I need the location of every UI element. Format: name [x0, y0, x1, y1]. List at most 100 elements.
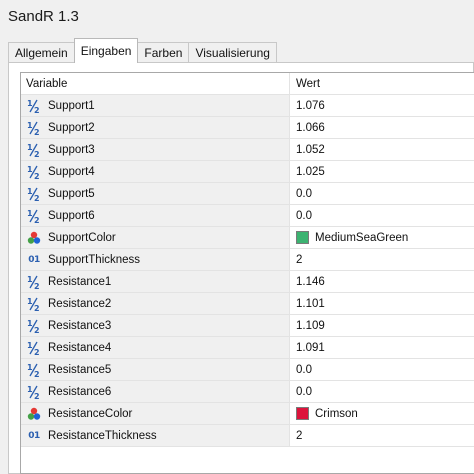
- fraction-icon: 12: [26, 340, 42, 356]
- value-cell[interactable]: 0.0: [290, 381, 474, 402]
- svg-text:2: 2: [34, 304, 40, 312]
- value-cell[interactable]: 1.146: [290, 271, 474, 292]
- value-cell[interactable]: 1.091: [290, 337, 474, 358]
- color-palette-icon: [26, 230, 42, 246]
- table-row[interactable]: 1 2 Resistance1 1.146: [21, 271, 474, 293]
- variable-cell: 01 SupportThickness: [21, 249, 290, 270]
- value-cell[interactable]: Crimson: [290, 403, 474, 424]
- table-row[interactable]: 1 2 Support3 1.052: [21, 139, 474, 161]
- svg-text:1: 1: [27, 341, 33, 350]
- fraction-icon: 12: [26, 318, 42, 334]
- variable-cell: 1 2 Support4: [21, 161, 290, 182]
- variable-value: 2: [296, 429, 303, 442]
- value-cell[interactable]: MediumSeaGreen: [290, 227, 474, 248]
- variable-value: 1.101: [296, 297, 325, 310]
- variable-name: Support6: [48, 209, 95, 222]
- value-cell[interactable]: 1.101: [290, 293, 474, 314]
- color-swatch: [296, 231, 309, 244]
- value-cell[interactable]: 1.109: [290, 315, 474, 336]
- integer-icon: 01: [26, 428, 42, 444]
- variable-cell: ResistanceColor: [21, 403, 290, 424]
- table-row[interactable]: 1 2 Resistance6 0.0: [21, 381, 474, 403]
- svg-text:1: 1: [27, 143, 33, 152]
- svg-text:2: 2: [34, 392, 40, 400]
- variable-cell: 1 2 Resistance5: [21, 359, 290, 380]
- svg-text:1: 1: [27, 209, 33, 218]
- svg-text:2: 2: [34, 128, 40, 136]
- variable-cell: SupportColor: [21, 227, 290, 248]
- variable-name: Support1: [48, 99, 95, 112]
- value-cell[interactable]: 0.0: [290, 183, 474, 204]
- variable-value: 0.0: [296, 209, 312, 222]
- variable-value: 0.0: [296, 385, 312, 398]
- table-row[interactable]: 1 2 Support2 1.066: [21, 117, 474, 139]
- grid-header: Variable Wert: [21, 73, 474, 95]
- fraction-icon: 12: [26, 120, 42, 136]
- fraction-icon: 12: [26, 274, 42, 290]
- svg-text:1: 1: [27, 121, 33, 130]
- variable-name: Support5: [48, 187, 95, 200]
- tab-bar: Allgemein Eingaben Farben Visualisierung: [8, 38, 277, 63]
- value-cell[interactable]: 0.0: [290, 205, 474, 226]
- table-row[interactable]: 1 2 Support5 0.0: [21, 183, 474, 205]
- variable-name: Resistance5: [48, 363, 112, 376]
- table-row[interactable]: 1 2 Support4 1.025: [21, 161, 474, 183]
- table-row[interactable]: 1 2 Support1 1.076: [21, 95, 474, 117]
- tab-eingaben[interactable]: Eingaben: [73, 38, 139, 63]
- svg-text:1: 1: [27, 165, 33, 174]
- svg-text:1: 1: [27, 363, 33, 372]
- svg-text:2: 2: [34, 150, 40, 158]
- variable-value: 1.091: [296, 341, 325, 354]
- color-palette-icon: [26, 406, 42, 422]
- svg-text:2: 2: [34, 326, 40, 334]
- table-row[interactable]: 1 2 Support6 0.0: [21, 205, 474, 227]
- variable-name: SupportThickness: [48, 253, 141, 266]
- value-cell[interactable]: 2: [290, 425, 474, 446]
- integer-icon-text: 01: [28, 254, 40, 265]
- variable-cell: 1 2 Resistance4: [21, 337, 290, 358]
- tab-farben[interactable]: Farben: [137, 42, 190, 63]
- table-row[interactable]: 01 SupportThickness 2: [21, 249, 474, 271]
- window-title: SandR 1.3: [8, 8, 79, 25]
- value-cell[interactable]: 1.025: [290, 161, 474, 182]
- variable-value: Crimson: [315, 407, 358, 420]
- variable-name: SupportColor: [48, 231, 116, 244]
- table-row[interactable]: 1 2 Resistance4 1.091: [21, 337, 474, 359]
- variable-name: Resistance4: [48, 341, 112, 354]
- tab-allgemein[interactable]: Allgemein: [8, 42, 75, 63]
- svg-text:2: 2: [34, 172, 40, 180]
- variable-cell: 1 2 Resistance3: [21, 315, 290, 336]
- table-row[interactable]: ResistanceColor Crimson: [21, 403, 474, 425]
- svg-text:2: 2: [34, 370, 40, 378]
- value-cell[interactable]: 2: [290, 249, 474, 270]
- fraction-icon: 12: [26, 362, 42, 378]
- variable-cell: 1 2 Resistance6: [21, 381, 290, 402]
- value-cell[interactable]: 1.066: [290, 117, 474, 138]
- svg-text:1: 1: [27, 385, 33, 394]
- table-row[interactable]: 01 ResistanceThickness 2: [21, 425, 474, 447]
- svg-text:2: 2: [34, 348, 40, 356]
- table-row[interactable]: 1 2 Resistance2 1.101: [21, 293, 474, 315]
- table-row[interactable]: 1 2 Resistance5 0.0: [21, 359, 474, 381]
- variable-value: 1.109: [296, 319, 325, 332]
- svg-text:2: 2: [34, 194, 40, 202]
- svg-text:1: 1: [27, 187, 33, 196]
- color-swatch: [296, 407, 309, 420]
- value-cell[interactable]: 1.076: [290, 95, 474, 116]
- svg-text:2: 2: [34, 216, 40, 224]
- variable-value: 2: [296, 253, 303, 266]
- variable-cell: 1 2 Support1: [21, 95, 290, 116]
- variable-cell: 01 ResistanceThickness: [21, 425, 290, 446]
- value-cell[interactable]: 0.0: [290, 359, 474, 380]
- tab-visualisierung[interactable]: Visualisierung: [188, 42, 277, 63]
- fraction-icon: 12: [26, 164, 42, 180]
- svg-text:1: 1: [27, 275, 33, 284]
- variable-name: Support2: [48, 121, 95, 134]
- table-row[interactable]: 1 2 Resistance3 1.109: [21, 315, 474, 337]
- variable-name: Support3: [48, 143, 95, 156]
- variable-cell: 1 2 Support3: [21, 139, 290, 160]
- svg-text:1: 1: [27, 99, 33, 108]
- integer-icon-text: 01: [28, 430, 40, 441]
- value-cell[interactable]: 1.052: [290, 139, 474, 160]
- table-row[interactable]: SupportColor MediumSeaGreen: [21, 227, 474, 249]
